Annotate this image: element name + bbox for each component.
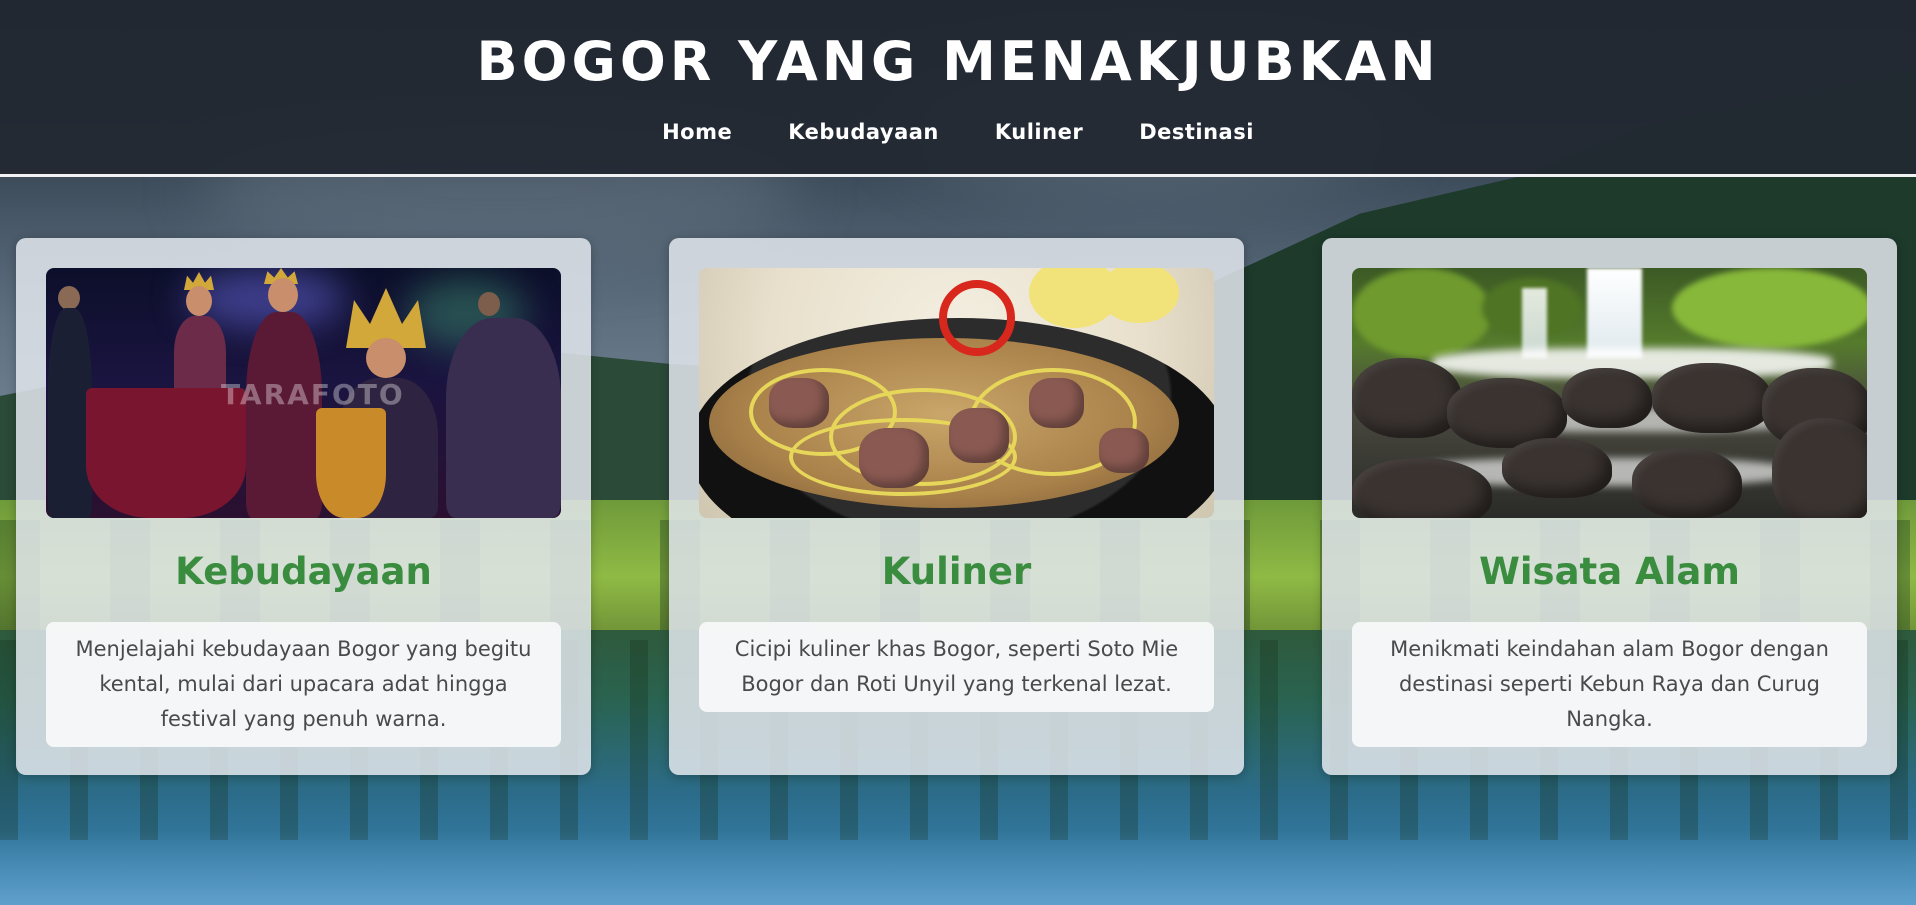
nav-link-kebudayaan[interactable]: Kebudayaan	[788, 120, 939, 144]
card-title: Wisata Alam	[1479, 550, 1740, 593]
soto-mie-image	[699, 268, 1214, 518]
nav-link-destinasi[interactable]: Destinasi	[1139, 120, 1254, 144]
card-wisata-alam: Wisata Alam Menikmati keindahan alam Bog…	[1322, 238, 1897, 775]
nav-link-home[interactable]: Home	[662, 120, 732, 144]
main-nav: Home Kebudayaan Kuliner Destinasi	[0, 120, 1916, 144]
card-title: Kebudayaan	[175, 550, 432, 593]
card-grid: TARAFOTO Kebudayaan Menjelajahi kebudaya…	[16, 238, 1900, 778]
card-kebudayaan: TARAFOTO Kebudayaan Menjelajahi kebudaya…	[16, 238, 591, 775]
image-watermark: TARAFOTO	[221, 378, 405, 411]
background-water-shine	[0, 830, 1916, 905]
card-title: Kuliner	[881, 550, 1032, 593]
chili-garnish	[939, 280, 1015, 356]
culture-performance-image: TARAFOTO	[46, 268, 561, 518]
site-title: BOGOR YANG MENAKJUBKAN	[476, 30, 1440, 93]
site-header: BOGOR YANG MENAKJUBKAN Home Kebudayaan K…	[0, 0, 1916, 177]
card-kuliner: Kuliner Cicipi kuliner khas Bogor, seper…	[669, 238, 1244, 775]
waterfall-image	[1352, 268, 1867, 518]
nav-link-kuliner[interactable]: Kuliner	[995, 120, 1083, 144]
card-description: Menikmati keindahan alam Bogor dengan de…	[1352, 622, 1867, 747]
card-description: Menjelajahi kebudayaan Bogor yang begitu…	[46, 622, 561, 747]
card-description: Cicipi kuliner khas Bogor, seperti Soto …	[699, 622, 1214, 712]
